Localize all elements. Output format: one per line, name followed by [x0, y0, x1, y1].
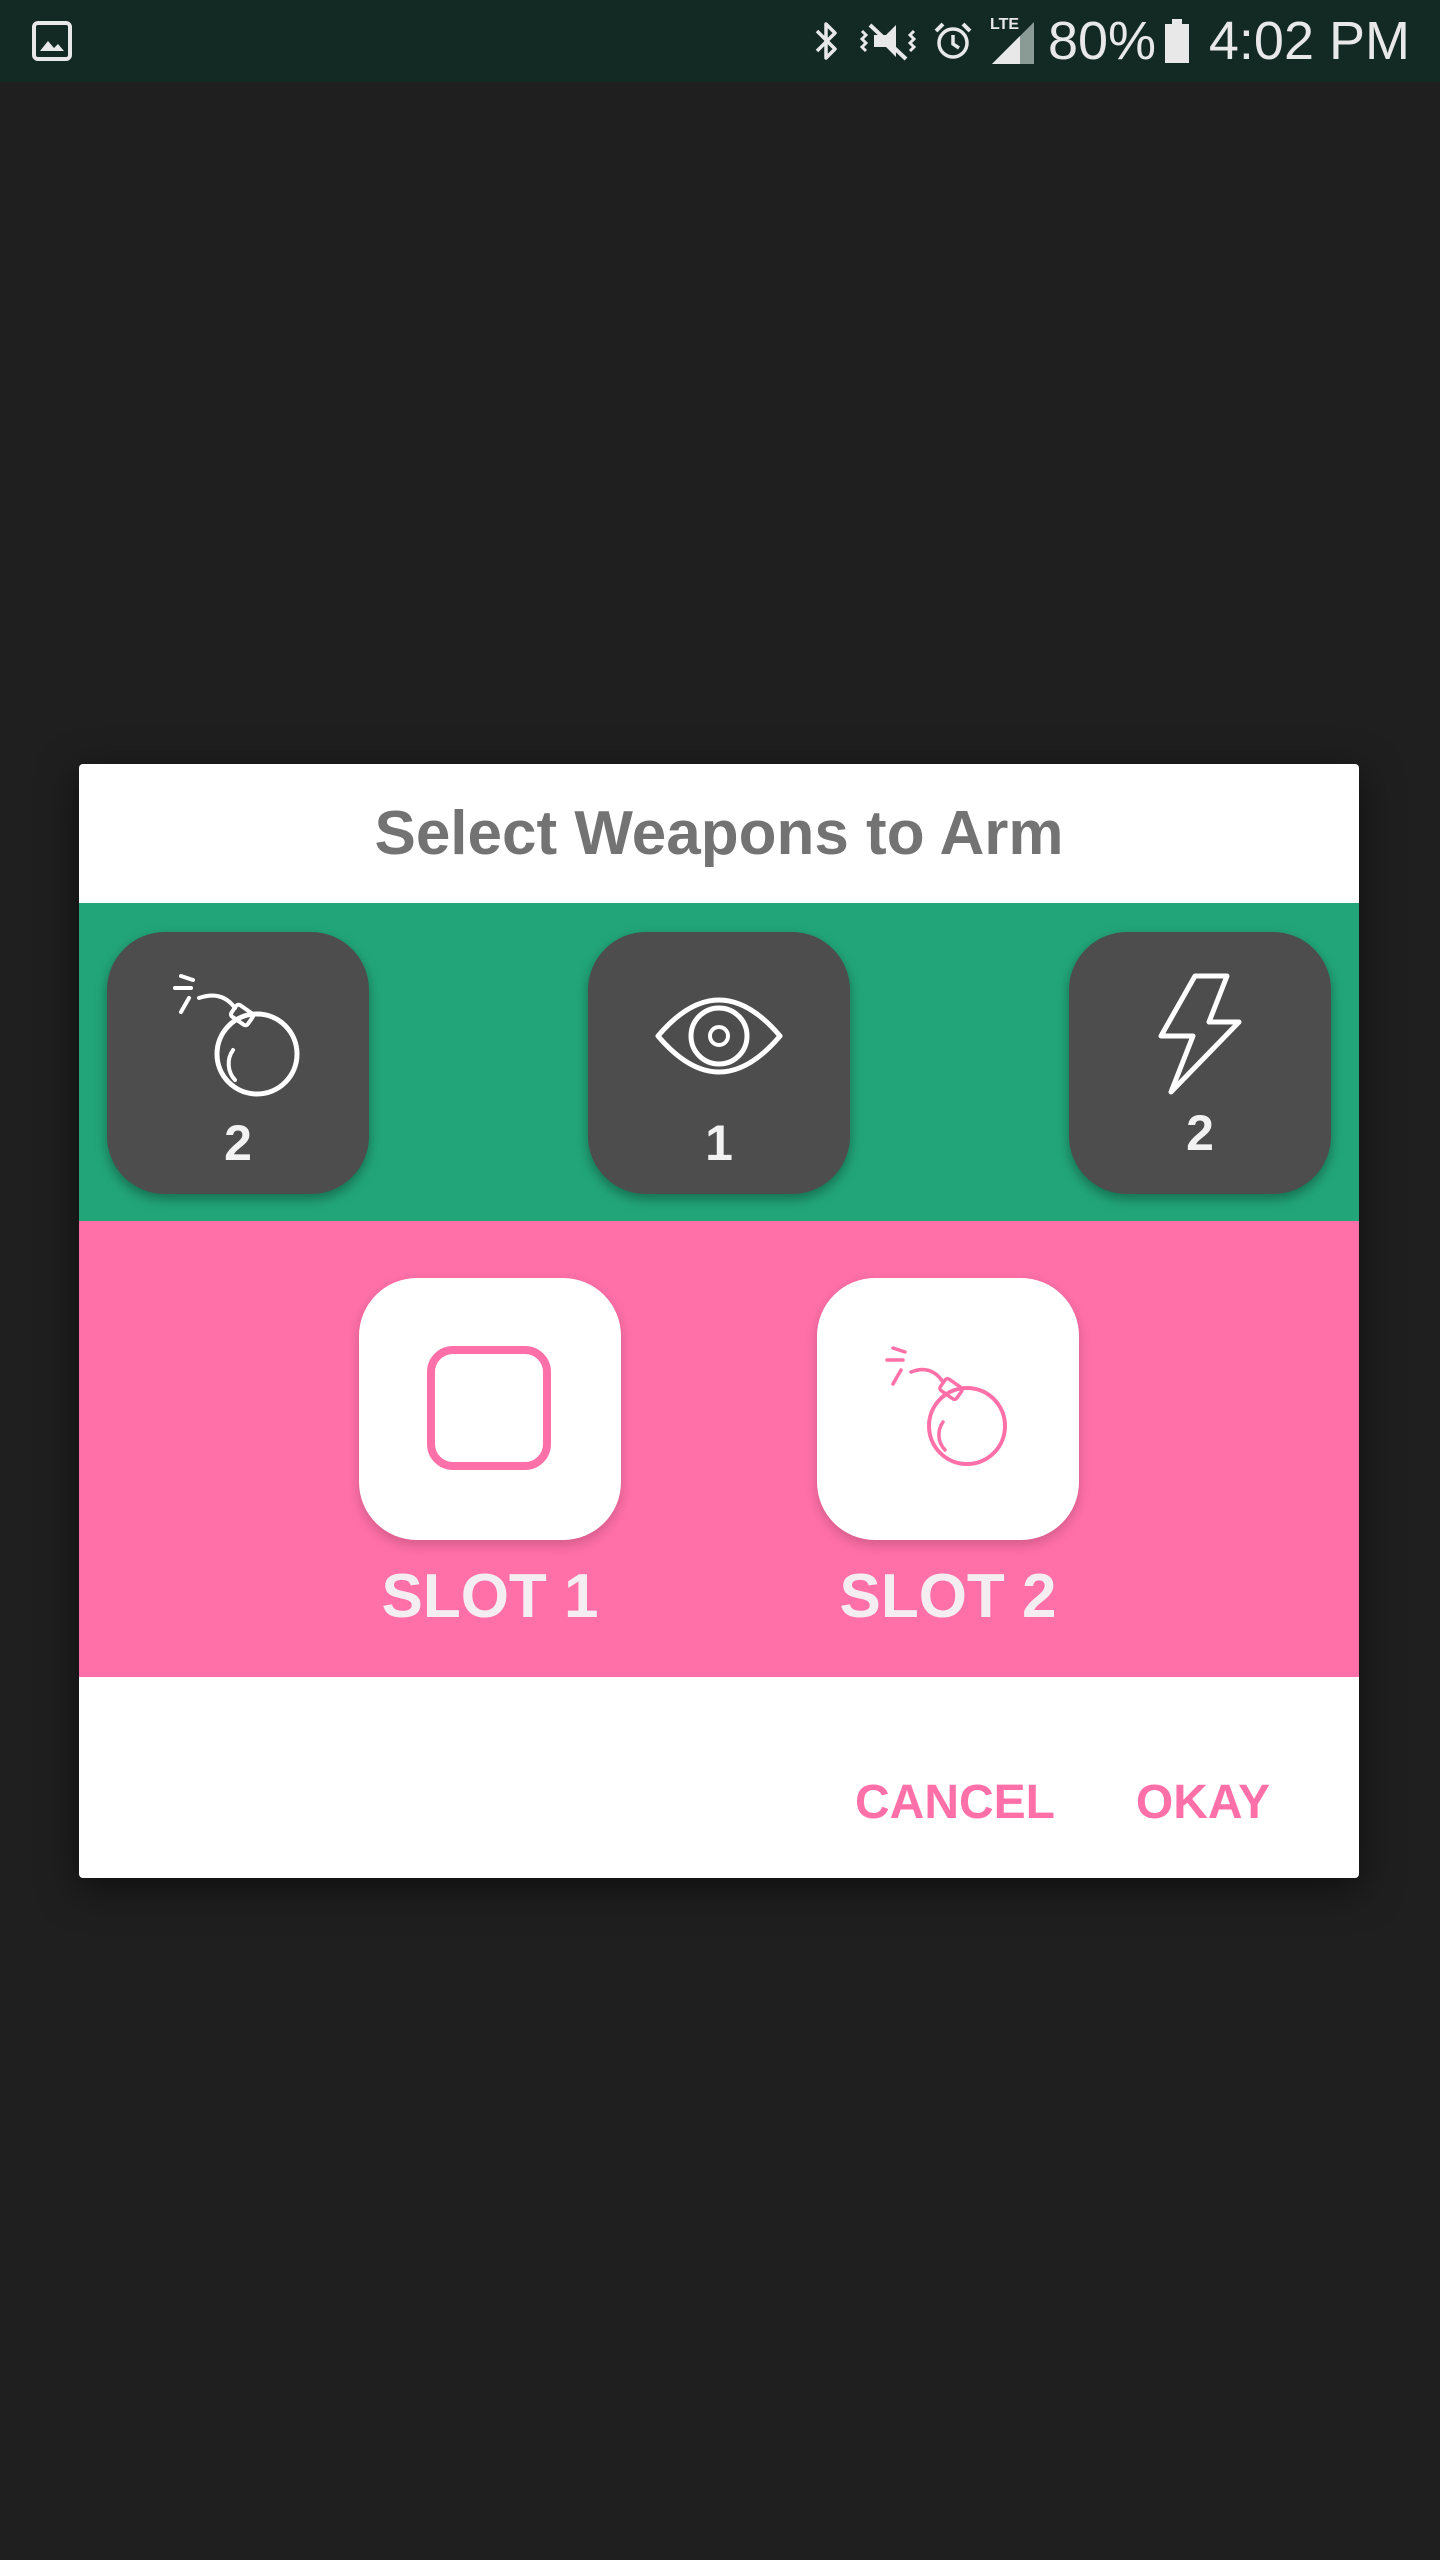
weapon-count: 1: [705, 1115, 733, 1171]
weapon-lightning-tile[interactable]: 2: [1069, 932, 1331, 1194]
weapon-bomb-tile[interactable]: 2: [107, 932, 369, 1194]
clock: 4:02 PM: [1204, 0, 1410, 82]
slot-2-label: SLOT 2: [839, 1562, 1057, 1631]
weapons-strip: 2 1 2: [79, 903, 1359, 1221]
slot-2-tile[interactable]: [817, 1278, 1079, 1540]
signal-icon: LTE: [988, 0, 1038, 82]
cancel-button[interactable]: CANCEL: [855, 1767, 1055, 1837]
bomb-icon: [885, 1346, 1007, 1466]
dialog-title: Select Weapons to Arm: [374, 799, 1064, 868]
battery-icon: [1160, 0, 1194, 82]
image-notification-icon: [28, 0, 76, 82]
weapon-count: 2: [224, 1115, 252, 1171]
alarm-icon: [930, 0, 976, 82]
slots-strip: SLOT 1 SLOT 2: [79, 1221, 1359, 1677]
clock-text: 4:02 PM: [1208, 11, 1410, 71]
battery-percent: 80%: [1048, 0, 1156, 82]
okay-button[interactable]: OKAY: [1127, 1767, 1279, 1837]
slot-1-label: SLOT 1: [381, 1562, 599, 1631]
weapon-eye-tile[interactable]: 1: [588, 932, 850, 1194]
empty-slot-icon: [427, 1346, 551, 1470]
vibrate-mute-icon: [854, 0, 922, 82]
status-bar: LTE 80% 4:02 PM: [0, 0, 1440, 82]
weapon-select-dialog: Select Weapons to Arm 2 1 2 SLOT 1 SLOT …: [79, 764, 1359, 1878]
slot-1-tile[interactable]: [359, 1278, 621, 1540]
weapon-count: 2: [1186, 1105, 1214, 1161]
battery-percent-text: 80%: [1047, 11, 1157, 71]
bluetooth-icon: [808, 0, 844, 82]
